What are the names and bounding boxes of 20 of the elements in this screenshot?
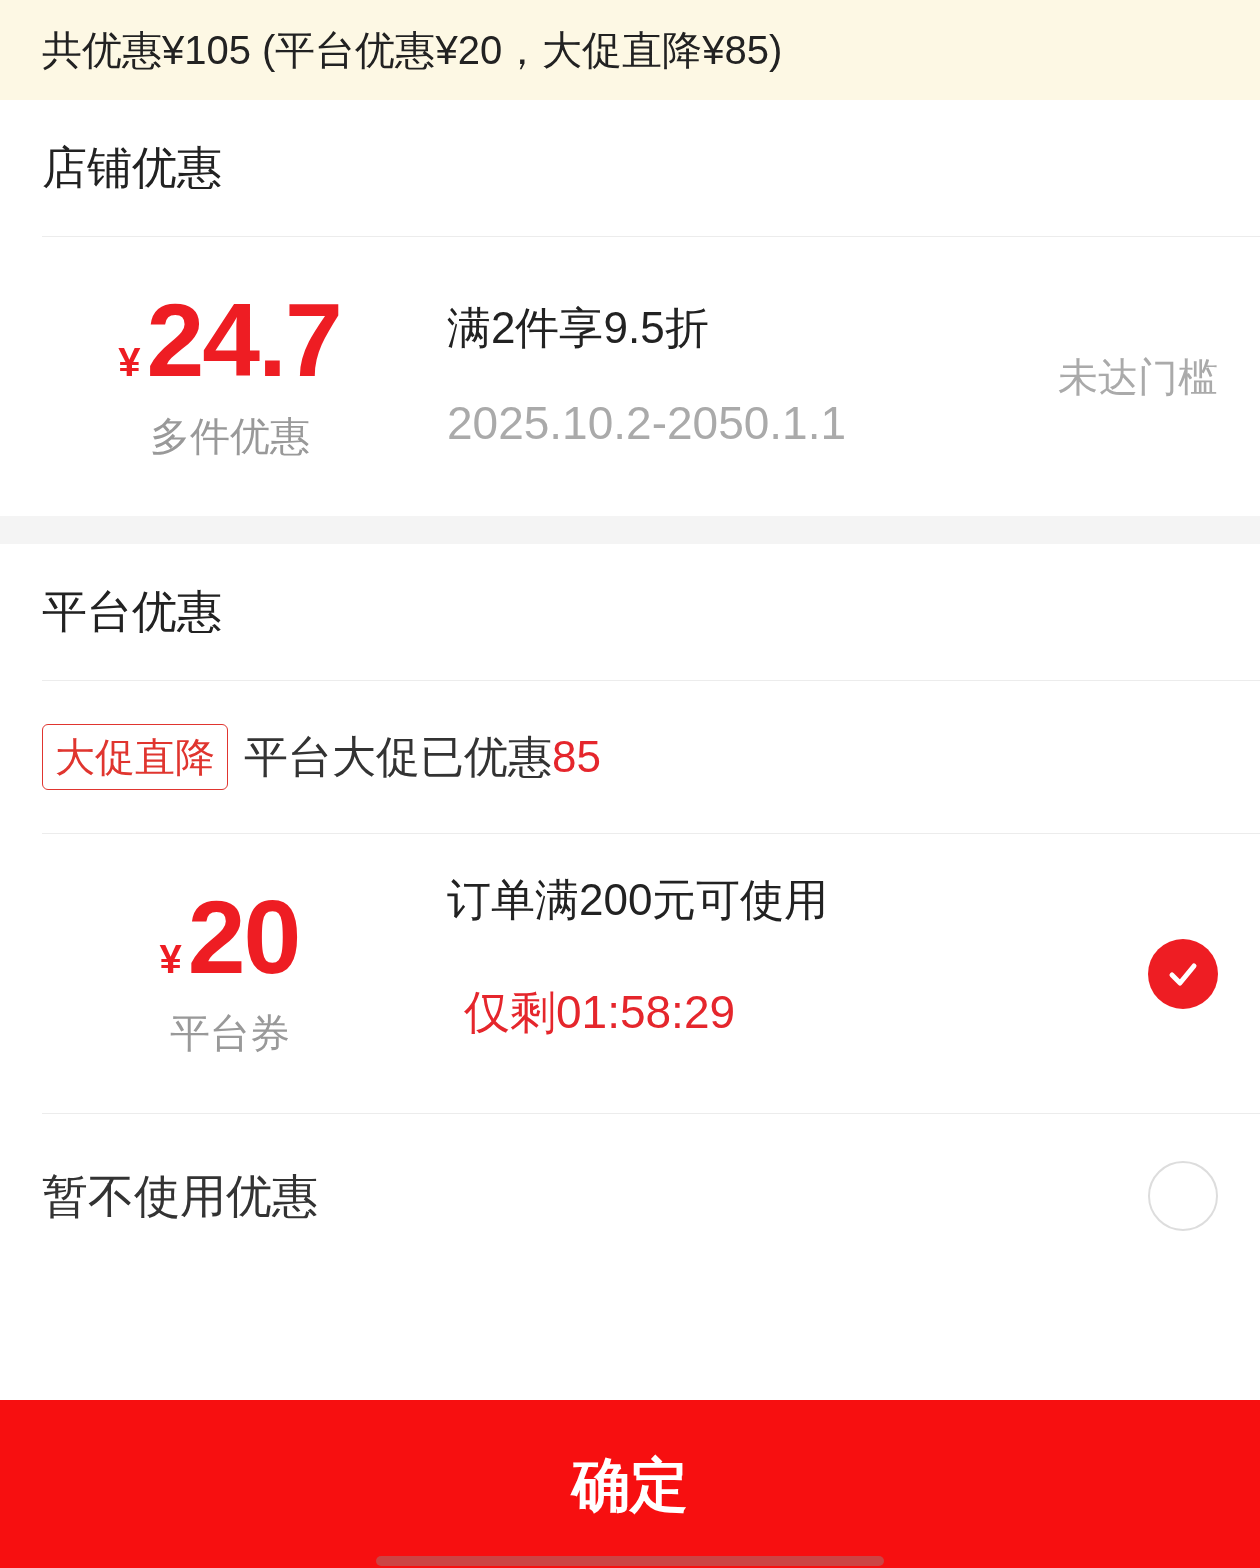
coupon-condition: 订单满200元可使用 xyxy=(447,874,830,926)
home-indicator[interactable] xyxy=(376,1556,884,1566)
radio-button[interactable] xyxy=(1148,1161,1218,1231)
coupon-condition: 满2件享9.5折 xyxy=(447,302,710,354)
currency-symbol: ¥ xyxy=(159,935,182,983)
section-title: 平台优惠 xyxy=(42,585,222,640)
countdown-text: 仅剩01:58:29 xyxy=(463,985,737,1040)
coupon-type: 多件优惠 xyxy=(149,412,310,460)
coupon-amount: 24.7 xyxy=(146,287,341,392)
promo-tag: 大促直降 xyxy=(42,724,228,790)
section-title: 店铺优惠 xyxy=(42,141,222,196)
coupon-amount: 20 xyxy=(187,884,300,989)
confirm-button[interactable]: 确定 xyxy=(0,1400,1260,1568)
currency-symbol: ¥ xyxy=(118,338,141,386)
promo-text: 平台大促已优惠85 xyxy=(244,731,601,783)
validity-dates: 2025.10.2-2050.1.1 xyxy=(447,396,848,451)
no-discount-label: 暂不使用优惠 xyxy=(42,1168,319,1224)
coupon-status: 未达门槛 xyxy=(1058,353,1218,401)
discount-summary: 共优惠¥105 (平台优惠¥20，大促直降¥85) xyxy=(42,27,783,74)
coupon-type: 平台券 xyxy=(169,1009,290,1057)
